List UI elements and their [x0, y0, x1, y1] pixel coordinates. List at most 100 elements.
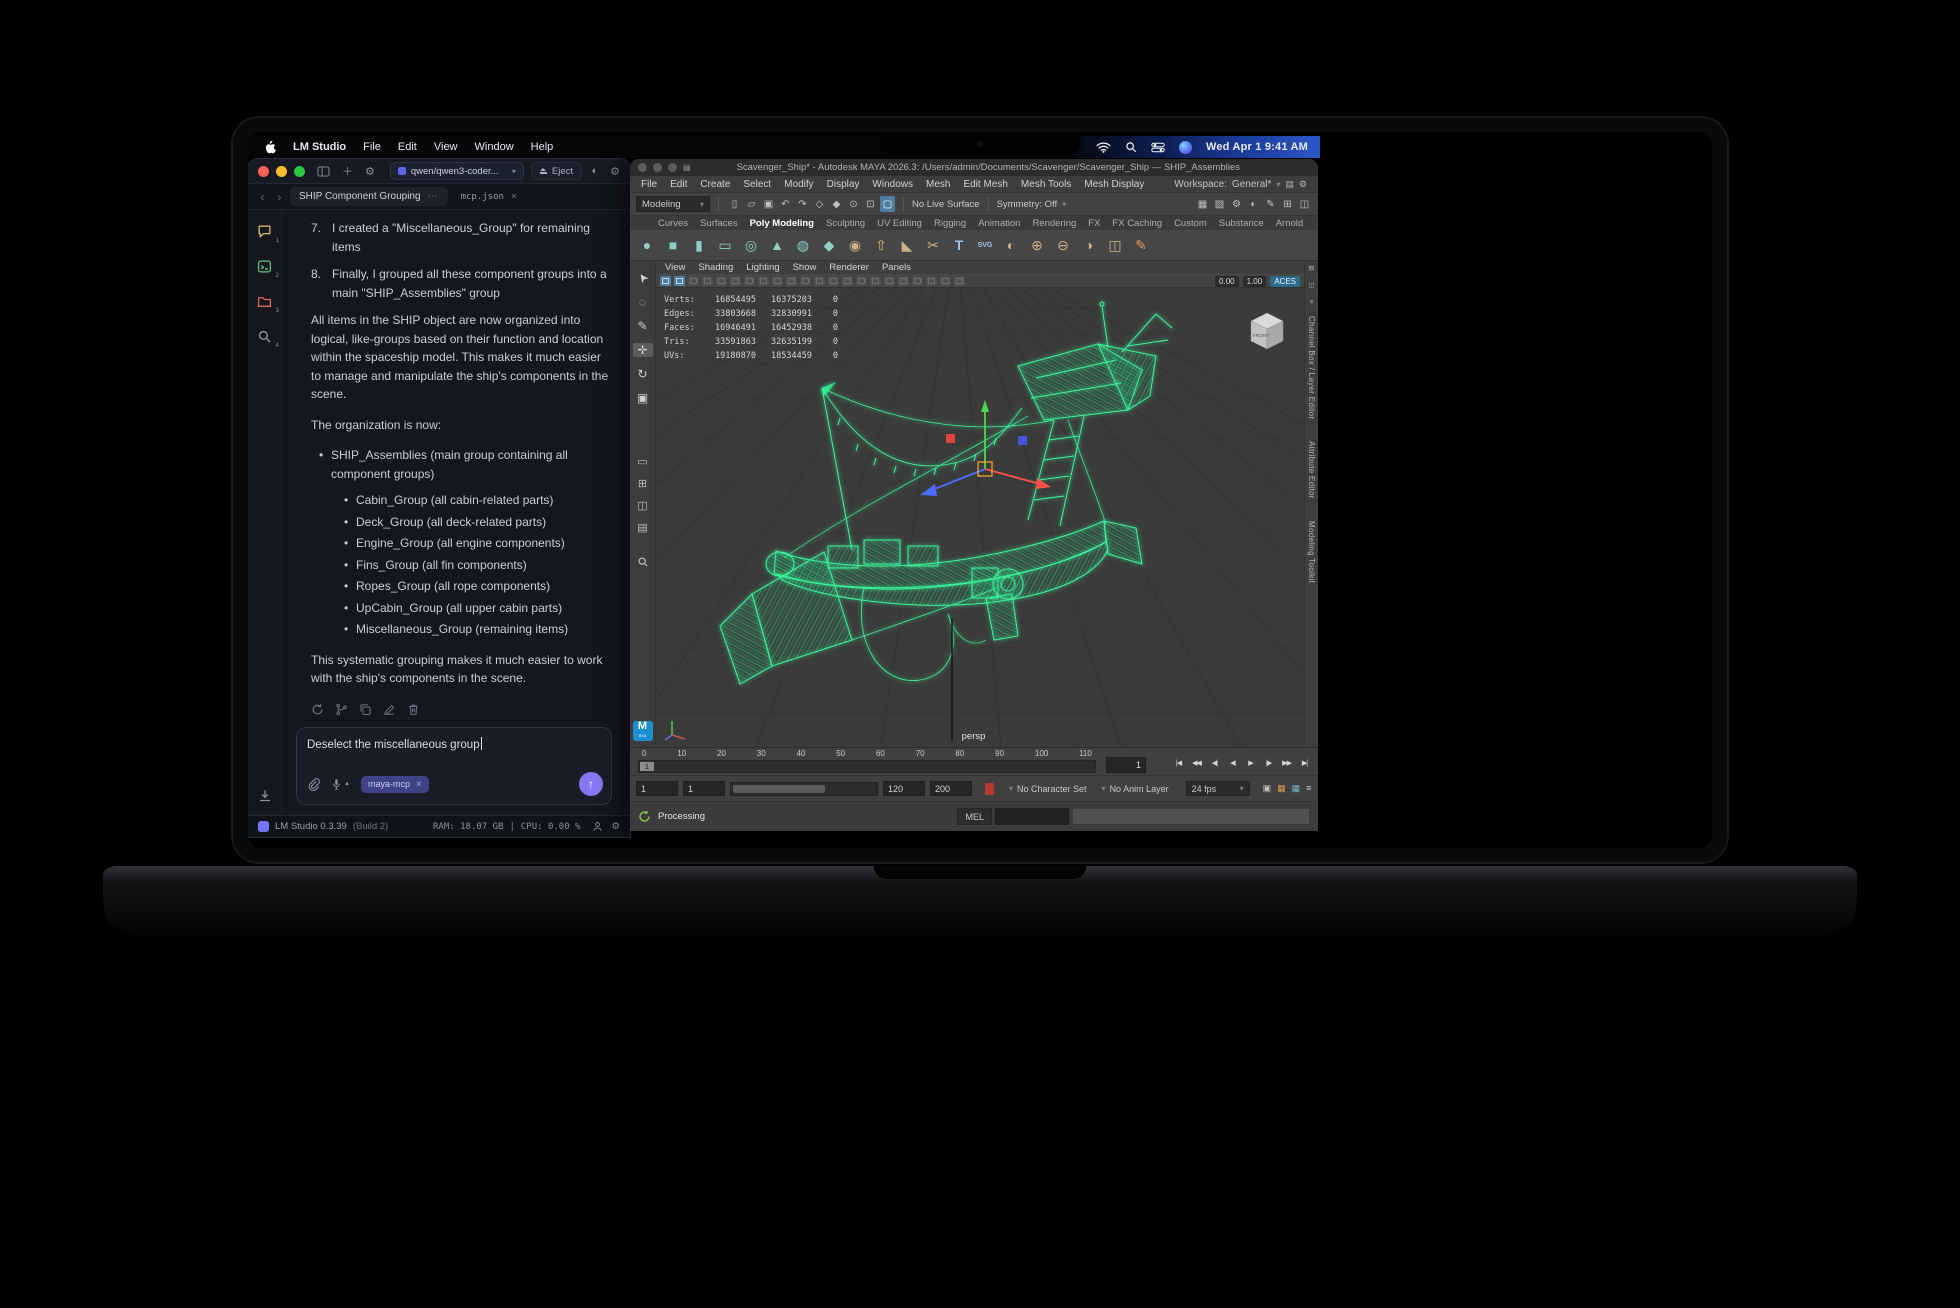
chip-close-icon[interactable]: ×: [416, 779, 422, 790]
platonic-solid-icon[interactable]: ◆: [820, 237, 838, 254]
maya-menu-item[interactable]: Create: [700, 179, 730, 190]
exposure-field[interactable]: 0.00: [1215, 276, 1239, 287]
gate-mask-icon[interactable]: [814, 276, 825, 286]
shadows-icon[interactable]: [898, 276, 909, 286]
poly-cone-icon[interactable]: ▲: [768, 237, 786, 253]
make-live-icon[interactable]: ▢: [880, 196, 895, 212]
sidebar-toggle-icon[interactable]: [317, 166, 330, 177]
close-window-button[interactable]: [638, 163, 647, 172]
grid-display-icon[interactable]: ⊞: [1280, 196, 1295, 212]
poly-sphere-icon[interactable]: ●: [638, 237, 656, 253]
tab-menu-icon[interactable]: ⋯: [428, 191, 439, 202]
scale-tool-icon[interactable]: ▣: [633, 391, 653, 405]
mirror-icon[interactable]: ◫: [1106, 237, 1124, 254]
tab-ship-component-grouping[interactable]: SHIP Component Grouping ⋯: [290, 187, 448, 206]
paint-select-tool-icon[interactable]: ✎: [633, 319, 653, 333]
four-pane-layout-icon[interactable]: ⊞: [638, 477, 647, 490]
Arnold[interactable]: Arnold: [1276, 218, 1303, 229]
sidebar-item-chat[interactable]: 1: [256, 223, 273, 240]
pan-zoom-2d-icon[interactable]: [758, 276, 769, 286]
render-settings-icon[interactable]: ⚙: [1229, 196, 1244, 212]
maya-menu-item[interactable]: Select: [743, 179, 771, 190]
user-icon[interactable]: [592, 821, 603, 832]
two-pane-layout-icon[interactable]: ◫: [637, 499, 647, 512]
maya-menu-item[interactable]: File: [641, 179, 657, 190]
super-ellipse-icon[interactable]: ◉: [846, 237, 864, 254]
colorspace-badge[interactable]: ACES: [1270, 276, 1300, 287]
separate-icon[interactable]: ⊖: [1054, 237, 1072, 254]
Poly Modeling[interactable]: Poly Modeling: [750, 218, 814, 229]
menubar-app-name[interactable]: LM Studio: [293, 141, 346, 153]
rotate-tool-icon[interactable]: ↻: [633, 367, 653, 381]
smooth-shade-icon[interactable]: [856, 276, 867, 286]
poly-cube-icon[interactable]: ■: [664, 237, 682, 253]
minimize-window-button[interactable]: [653, 163, 662, 172]
multi-cut-icon[interactable]: ✂: [924, 237, 942, 254]
settings-gear-icon[interactable]: ⚙: [611, 821, 620, 832]
script-editor-icon[interactable]: ▣: [1263, 783, 1272, 794]
component-mode-icon[interactable]: [674, 276, 685, 286]
view-cube[interactable]: FRONT: [1244, 308, 1290, 354]
snap-to-curve-icon[interactable]: ◆: [829, 196, 844, 212]
redo-icon[interactable]: ↷: [795, 196, 810, 212]
UV Editing[interactable]: UV Editing: [877, 218, 922, 229]
bookmark-view-icon[interactable]: [730, 276, 741, 286]
select-tool-icon[interactable]: ➤: [631, 266, 654, 290]
poly-cylinder-icon[interactable]: ▮: [690, 237, 708, 254]
move-tool-icon[interactable]: ✛: [633, 343, 653, 357]
menubar-clock[interactable]: Wed Apr 1 9:41 AM: [1206, 141, 1308, 153]
send-button[interactable]: ↑: [579, 772, 603, 796]
undo-icon[interactable]: ↶: [778, 196, 793, 212]
menu-icon[interactable]: ≡: [1306, 783, 1311, 794]
branch-icon[interactable]: [335, 703, 348, 716]
combine-icon[interactable]: ⊕: [1028, 237, 1046, 254]
settings-gear-icon[interactable]: ⚙: [365, 165, 375, 178]
Rigging[interactable]: Rigging: [934, 218, 966, 229]
step-back-key-icon[interactable]: ◀|: [1206, 755, 1223, 771]
dock-icon[interactable]: ≡: [1310, 299, 1314, 307]
dock-icon[interactable]: ▤: [1308, 265, 1314, 273]
Shading[interactable]: Shading: [698, 262, 733, 273]
Animation[interactable]: Animation: [978, 218, 1020, 229]
symmetry-selector[interactable]: Symmetry: Off: [997, 199, 1058, 210]
lasso-tool-icon[interactable]: ◌: [633, 295, 653, 309]
maya-menu-item[interactable]: Mesh Tools: [1021, 179, 1071, 190]
grid-toggle-icon[interactable]: ▦: [1277, 783, 1286, 794]
xray-mode-icon[interactable]: [954, 276, 965, 286]
edit-icon[interactable]: [383, 703, 396, 716]
chat-input[interactable]: Deselect the miscellaneous group ▲ maya-…: [296, 727, 612, 805]
ssao-icon[interactable]: [912, 276, 923, 286]
menubar-item[interactable]: Edit: [398, 141, 417, 153]
character-set-selector[interactable]: ▾No Character Set: [1009, 784, 1087, 794]
model-selector[interactable]: qwen/qwen3-coder... ▾: [390, 162, 524, 180]
motion-blur-icon[interactable]: [926, 276, 937, 286]
viewport-layout-icon[interactable]: ◫: [1297, 196, 1312, 212]
svg-tool-icon[interactable]: SVG: [976, 242, 994, 249]
menubar-item[interactable]: View: [434, 141, 458, 153]
mel-label[interactable]: MEL: [957, 808, 992, 825]
playback-end-field[interactable]: 120: [883, 781, 925, 796]
delete-icon[interactable]: [407, 703, 420, 716]
use-lights-icon[interactable]: [884, 276, 895, 286]
field-chart-icon[interactable]: [786, 276, 797, 286]
new-scene-icon[interactable]: ▯: [727, 196, 742, 212]
menu-set-selector[interactable]: Modeling ▾: [636, 196, 710, 212]
step-back-frame-icon[interactable]: ◀◀: [1188, 755, 1205, 771]
FX Caching[interactable]: FX Caching: [1112, 218, 1162, 229]
go-to-end-icon[interactable]: ▶|: [1296, 755, 1313, 771]
Renderer[interactable]: Renderer: [829, 262, 869, 273]
snap-to-point-icon[interactable]: ⊙: [846, 196, 861, 212]
gamma-field[interactable]: 1.00: [1243, 276, 1267, 287]
minimize-window-button[interactable]: [276, 166, 287, 177]
outliner-layout-icon[interactable]: ▤: [637, 521, 647, 534]
anti-alias-icon[interactable]: [940, 276, 951, 286]
textured-mode-icon[interactable]: [870, 276, 881, 286]
new-chat-icon[interactable]: ＋: [342, 163, 353, 179]
quad-draw-icon[interactable]: ✎: [1132, 237, 1150, 254]
menubar-item[interactable]: Help: [531, 141, 554, 153]
zoom-tool-icon[interactable]: [637, 556, 649, 568]
ipr-render-icon[interactable]: ▧: [1212, 196, 1227, 212]
Sculpting[interactable]: Sculpting: [826, 218, 865, 229]
step-forward-frame-icon[interactable]: ▶▶: [1278, 755, 1295, 771]
command-feedback-field[interactable]: [1072, 808, 1310, 825]
